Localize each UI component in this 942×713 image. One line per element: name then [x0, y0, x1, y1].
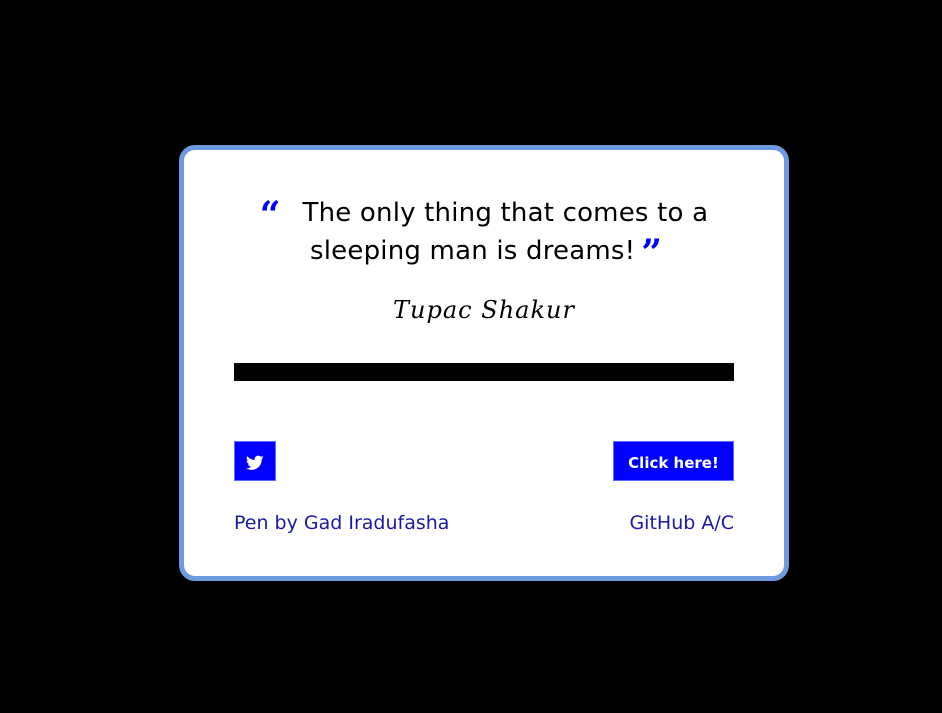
- quote-block: “The only thing that comes to a sleeping…: [234, 194, 734, 274]
- quote-left-icon: “: [259, 194, 281, 236]
- progress-bar-fill: [236, 365, 732, 379]
- quote-right-icon: ”: [641, 232, 662, 274]
- tweet-button[interactable]: [234, 441, 276, 481]
- page-background: “The only thing that comes to a sleeping…: [0, 0, 942, 713]
- quote-card: “The only thing that comes to a sleeping…: [179, 145, 789, 581]
- new-quote-button[interactable]: Click here!: [613, 441, 734, 481]
- twitter-icon: [246, 455, 264, 470]
- author-credit-link[interactable]: Pen by Gad Iradufasha: [234, 512, 449, 534]
- quote-author: Tupac Shakur: [393, 296, 575, 324]
- github-link[interactable]: GitHub A/C: [629, 512, 734, 534]
- progress-bar: [234, 363, 734, 381]
